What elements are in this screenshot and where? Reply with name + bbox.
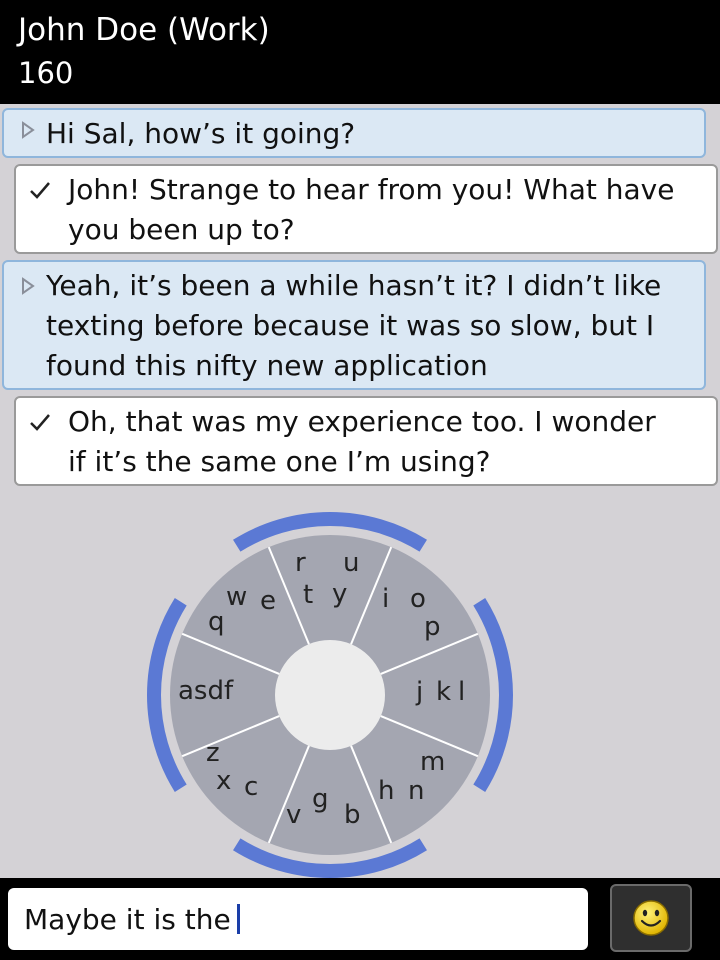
received-arrow-icon (14, 110, 42, 150)
conversation-header: John Doe (Work) 160 (0, 0, 720, 104)
key-o[interactable]: o (410, 584, 426, 614)
key-x[interactable]: x (216, 766, 231, 796)
message-line: John! Strange to hear from you! What hav… (68, 173, 675, 206)
key-g[interactable]: g (312, 784, 329, 814)
delivered-check-icon (26, 402, 54, 442)
message-bubble-sent[interactable]: John! Strange to hear from you! What hav… (14, 164, 718, 254)
message-bubble-sent[interactable]: Oh, that was my experience too. I wonder… (14, 396, 718, 486)
circular-keyboard[interactable]: q w e r t y u i o p j k l m h n b g v c … (140, 505, 520, 885)
message-input-text: Maybe it is the (24, 902, 231, 936)
key-p[interactable]: p (424, 612, 441, 642)
message-line: Hi Sal, how’s it going? (46, 117, 356, 150)
message-line: texting before because it was so slow, b… (46, 309, 655, 342)
key-q[interactable]: q (208, 607, 225, 637)
key-l[interactable]: l (458, 677, 465, 707)
key-i[interactable]: i (382, 584, 389, 614)
key-c[interactable]: c (244, 772, 258, 802)
smiley-icon (633, 900, 669, 936)
delivered-check-icon (26, 170, 54, 210)
character-counter: 160 (18, 56, 74, 90)
key-m[interactable]: m (420, 747, 445, 777)
key-z[interactable]: z (206, 738, 220, 768)
message-line: Oh, that was my experience too. I wonder (68, 405, 656, 438)
message-bubble-received[interactable]: Yeah, it’s been a while hasn’t it? I did… (2, 260, 706, 390)
key-k[interactable]: k (436, 677, 451, 707)
message-bubble-received[interactable]: Hi Sal, how’s it going? (2, 108, 706, 158)
compose-bar: Maybe it is the (0, 878, 720, 960)
key-t[interactable]: t (303, 580, 313, 610)
key-h[interactable]: h (378, 776, 394, 806)
message-input[interactable]: Maybe it is the (8, 888, 588, 950)
key-r[interactable]: r (295, 548, 306, 578)
key-e[interactable]: e (260, 586, 276, 616)
contact-name: John Doe (Work) (18, 12, 270, 48)
text-cursor (236, 904, 240, 934)
key-u[interactable]: u (343, 548, 359, 578)
message-line: you been up to? (68, 213, 295, 246)
emoji-button[interactable] (610, 884, 692, 952)
key-w[interactable]: w (226, 582, 247, 612)
message-line: Yeah, it’s been a while hasn’t it? I did… (46, 269, 662, 302)
received-arrow-icon (14, 266, 42, 306)
key-asdf[interactable]: asdf (178, 676, 234, 706)
key-n[interactable]: n (408, 776, 424, 806)
key-y[interactable]: y (332, 579, 347, 609)
key-b[interactable]: b (344, 800, 361, 830)
message-line: if it’s the same one I’m using? (68, 445, 491, 478)
key-j[interactable]: j (415, 677, 423, 707)
message-line: found this nifty new application (46, 349, 488, 382)
keyboard-center-button[interactable] (275, 640, 385, 750)
key-v[interactable]: v (286, 800, 301, 830)
